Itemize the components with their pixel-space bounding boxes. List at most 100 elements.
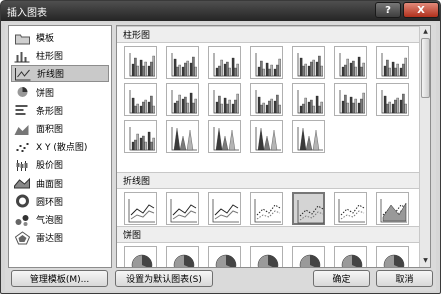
category-item[interactable]: 面积图 xyxy=(11,120,109,137)
line-chart-icon xyxy=(14,67,32,81)
column-chart-subtype-thumb[interactable] xyxy=(166,120,199,153)
category-item[interactable]: 气泡图 xyxy=(11,211,109,228)
column-chart-icon xyxy=(255,127,281,151)
column-chart-subtype-thumb[interactable] xyxy=(250,46,283,79)
scroll-down-arrow-icon[interactable]: ▼ xyxy=(420,255,430,266)
category-label: 面积图 xyxy=(36,125,64,135)
radar-chart-icon xyxy=(13,231,31,245)
column-chart-icon xyxy=(213,53,239,77)
column-chart-icon xyxy=(339,90,365,114)
column-chart-icon xyxy=(297,127,323,151)
stock-chart-icon xyxy=(13,158,31,172)
pie-chart-icon xyxy=(383,254,405,267)
column-chart-icon xyxy=(297,53,323,77)
category-label: 曲面图 xyxy=(36,179,64,190)
line-chart-icon xyxy=(170,199,197,223)
cancel-button[interactable]: 取消 xyxy=(376,270,433,287)
column-chart-subtype-thumb[interactable] xyxy=(124,46,157,79)
category-label: 气泡图 xyxy=(36,216,64,226)
pie-chart-icon xyxy=(341,254,363,267)
line-chart-subtype-thumb[interactable] xyxy=(250,192,283,225)
scrollbar-thumb[interactable] xyxy=(421,38,430,98)
column-chart-subtype-thumb[interactable] xyxy=(292,46,325,79)
column-chart-subtype-thumb[interactable] xyxy=(208,120,241,153)
column-chart-subtype-thumb[interactable] xyxy=(376,46,409,79)
category-label: 柱形图 xyxy=(36,52,64,63)
scatter-chart-icon xyxy=(13,140,31,154)
category-label: 折线图 xyxy=(37,70,65,81)
pie-chart-icon xyxy=(299,254,321,267)
column-chart-icon xyxy=(13,49,31,63)
ok-button[interactable]: 确定 xyxy=(313,270,370,287)
column-chart-icon xyxy=(381,53,407,77)
doughnut-chart-icon xyxy=(13,194,31,208)
column-chart-subtype-thumb[interactable] xyxy=(376,83,409,116)
column-chart-icon xyxy=(171,90,197,114)
category-item[interactable]: 曲面图 xyxy=(11,175,109,192)
category-item[interactable]: 折线图 xyxy=(11,65,109,83)
line-chart-icon xyxy=(380,199,407,223)
category-label: 圆环图 xyxy=(36,197,64,208)
column-chart-subtype-thumb[interactable] xyxy=(208,83,241,116)
category-item[interactable]: 条形图 xyxy=(11,102,109,119)
manage-templates-button[interactable]: 管理模板(M)... xyxy=(11,270,108,287)
chart-category-list: 模板柱形图折线图饼图 条形图面积图 X Y (散点图) 股价图曲面图圆环图气泡图雷达图 xyxy=(8,25,112,268)
category-item[interactable]: 柱形图 xyxy=(11,47,109,64)
category-item[interactable]: X Y (散点图) xyxy=(11,138,109,155)
pie-chart-subtype-thumb[interactable] xyxy=(334,246,367,267)
column-chart-subtype-thumb[interactable] xyxy=(250,120,283,153)
line-chart-icon xyxy=(297,200,324,224)
line-chart-subtype-thumb[interactable] xyxy=(166,192,199,225)
close-button[interactable]: X xyxy=(403,2,439,18)
column-chart-subtype-thumb[interactable] xyxy=(292,83,325,116)
bubble-chart-icon xyxy=(13,213,31,227)
pie-chart-subtype-thumb[interactable] xyxy=(250,246,283,267)
pie-chart-subtype-thumb[interactable] xyxy=(376,246,409,267)
category-label: 模板 xyxy=(36,34,55,44)
category-item[interactable]: 股价图 xyxy=(11,156,109,173)
line-chart-subtype-thumb[interactable] xyxy=(292,192,325,225)
category-item[interactable]: 饼图 xyxy=(11,84,109,101)
gallery-scrollbar[interactable]: ▲ ▼ xyxy=(419,26,430,267)
column-chart-subtype-thumb[interactable] xyxy=(334,83,367,116)
column-chart-subtype-thumb[interactable] xyxy=(292,120,325,153)
column-chart-subtype-thumb[interactable] xyxy=(166,46,199,79)
category-item[interactable]: 圆环图 xyxy=(11,193,109,210)
help-button[interactable]: ? xyxy=(375,2,401,18)
column-chart-subtype-thumb[interactable] xyxy=(124,120,157,153)
column-chart-icon xyxy=(255,53,281,77)
pie-chart-subtype-thumb[interactable] xyxy=(166,246,199,267)
category-item[interactable]: 模板 xyxy=(11,29,109,46)
column-chart-subtype-thumb[interactable] xyxy=(334,46,367,79)
pie-chart-icon xyxy=(257,254,279,267)
section-header: 柱形图 xyxy=(117,26,419,43)
dialog-title: 插入图表 xyxy=(7,8,47,19)
line-chart-subtype-thumb[interactable] xyxy=(208,192,241,225)
pie-chart-subtype-thumb[interactable] xyxy=(124,246,157,267)
line-chart-subtype-thumb[interactable] xyxy=(334,192,367,225)
column-chart-icon xyxy=(297,90,323,114)
scroll-up-arrow-icon[interactable]: ▲ xyxy=(420,26,430,37)
pie-chart-subtype-thumb[interactable] xyxy=(292,246,325,267)
line-chart-icon xyxy=(338,199,365,223)
set-default-chart-button[interactable]: 设置为默认图表(S) xyxy=(115,270,213,287)
line-chart-subtype-thumb[interactable] xyxy=(376,192,409,225)
chart-type-gallery: 柱形图 折线图 饼图 ▲ ▼ xyxy=(116,25,431,268)
line-chart-icon xyxy=(128,199,155,223)
column-chart-icon xyxy=(129,53,155,77)
pie-chart-subtype-thumb[interactable] xyxy=(208,246,241,267)
column-chart-icon xyxy=(171,53,197,77)
column-chart-subtype-thumb[interactable] xyxy=(124,83,157,116)
title-bar: 插入图表 ? X xyxy=(1,1,440,21)
column-chart-subtype-thumb[interactable] xyxy=(208,46,241,79)
line-chart-subtype-thumb[interactable] xyxy=(124,192,157,225)
column-chart-subtype-thumb[interactable] xyxy=(250,83,283,116)
category-label: X Y (散点图) xyxy=(36,143,88,154)
section-header: 饼图 xyxy=(117,226,419,243)
category-item[interactable]: 雷达图 xyxy=(11,229,109,246)
column-chart-icon xyxy=(171,127,197,151)
column-chart-subtype-thumb[interactable] xyxy=(166,83,199,116)
column-chart-icon xyxy=(213,90,239,114)
line-chart-icon xyxy=(254,199,281,223)
column-chart-icon xyxy=(255,90,281,114)
